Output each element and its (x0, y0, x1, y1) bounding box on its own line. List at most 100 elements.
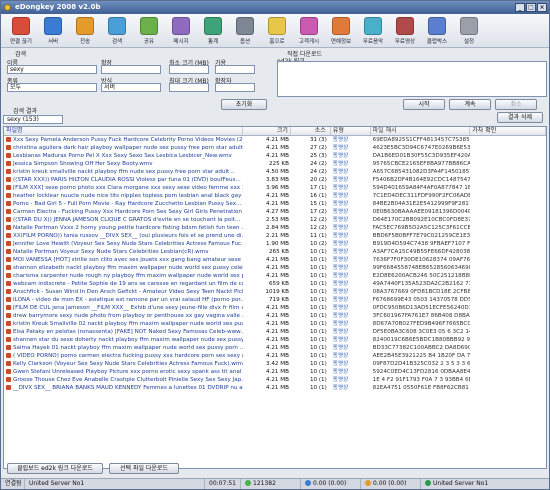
table-row[interactable]: ((STAR DU X)) JENNA JAMESON CLIQUE C GRA… (4, 216, 546, 224)
table-cell: 24 (2) (309, 169, 327, 176)
table-row[interactable]: Jennifer Love Hewitt (Voyeur Sex Sexy Nu… (4, 240, 546, 248)
toolbar-item-2[interactable]: 전송 (69, 14, 101, 48)
table-row[interactable]: Jessica Simpson Showing Off Her Sexy Boo… (4, 160, 546, 168)
table-row[interactable]: Gwen Stefani Unreleased Playboy Picture … (4, 368, 546, 376)
table-cell (470, 200, 546, 208)
table-row[interactable]: kristin Kreuk Smallville 02 nackt playbo… (4, 320, 546, 328)
table-cell: 10 (1) (309, 297, 327, 304)
toolbar-icon (428, 17, 446, 35)
table-row[interactable]: shannen star du sexe doherty nackt playb… (4, 336, 546, 344)
table-cell: 10 (1) (309, 249, 327, 256)
table-cell: BD33C77382C100ABBC2 DA8D6909 50 9A41F (372, 345, 471, 352)
type-select[interactable]: 모두 (7, 83, 97, 92)
min-size-input[interactable] (169, 65, 209, 74)
toolbar-item-7[interactable]: 옵션 (229, 14, 261, 48)
toolbar-item-9[interactable]: 고객게시 (293, 14, 325, 48)
toolbar-item-8[interactable]: 홈으로 (261, 14, 293, 48)
maximize-icon[interactable]: □ (526, 3, 536, 12)
table-cell: 17 (2) (309, 209, 327, 216)
extension-input[interactable] (101, 65, 161, 74)
toolbar-item-11[interactable]: 무료음악 (357, 14, 389, 48)
table-row[interactable]: [FILM XXX] sexe porno photo xxx Clara mo… (4, 184, 546, 192)
table-row[interactable]: Natalie Portman Vxxx 2 horny young petit… (4, 224, 546, 232)
availability-input[interactable] (215, 65, 255, 74)
table-row[interactable]: ILONA - video de mon EX - asiatique est … (4, 296, 546, 304)
toolbar-item-4[interactable]: 공유 (133, 14, 165, 48)
table-row[interactable]: webcam indiscrete - Petite Sophie de 19 … (4, 280, 546, 288)
search-name-input[interactable]: sexy (7, 65, 97, 74)
tab-search-sexy[interactable]: sexy (153) (3, 115, 63, 124)
extension2-input[interactable] (215, 83, 255, 92)
table-cell: ((STAR XXX)) PARIS HILTON CLAUDIA ROSSI … (4, 176, 243, 184)
table-cell (470, 184, 546, 192)
table-row[interactable]: heather locklear nuucle nude nice tits n… (4, 192, 546, 200)
table-cell: 3.42 MB (266, 361, 289, 368)
table-row[interactable]: Lesbianas Maduras Porno Pel X Xxx Sexy S… (4, 152, 546, 160)
column-header-0[interactable]: 파일명 (4, 127, 244, 135)
toolbar-item-0[interactable]: 연결 끊기 (5, 14, 37, 48)
minimize-icon[interactable]: _ (515, 3, 525, 12)
table-cell: 0E0B630BAAAAEE09181396D004DB6F13 (372, 209, 471, 216)
table-cell: 동영상 (332, 217, 349, 224)
max-size-input[interactable] (169, 83, 209, 92)
table-cell: 4.50 MB (266, 169, 289, 176)
server-status: United Server No1 (25, 479, 205, 489)
column-header-3[interactable]: 유형 (331, 127, 371, 135)
table-cell: 4.21 MB (266, 345, 289, 352)
table-row[interactable]: Kelly Clarkson (Voyeur Sex Sexy Nude Sta… (4, 360, 546, 368)
table-cell (470, 256, 546, 264)
table-row[interactable]: Groose Thouse Chez Eve Anabelle Crashpie… (4, 376, 546, 384)
toolbar-item-13[interactable]: 클럽박스 (421, 14, 453, 48)
ed2k-link-input[interactable] (277, 61, 547, 97)
table-cell: 동영상 (332, 329, 349, 336)
column-header-1[interactable]: 크기 (243, 127, 291, 135)
toolbar-item-5[interactable]: 메시지 (165, 14, 197, 48)
table-cell: webcam indiscrete - Petite Sophie de 19 … (4, 280, 243, 288)
table-row[interactable]: kristin kreuk smallville nackt playboy f… (4, 168, 546, 176)
table-row[interactable]: Porno - Bad Girl 5 - Full Porn Movie - R… (4, 200, 546, 208)
table-cell: F6768699E43 0503 14370578 DD505EBA4 (372, 297, 471, 304)
table-cell: 12 (2) (309, 217, 327, 224)
toolbar-item-10[interactable]: 연예정보 (325, 14, 357, 48)
toolbar-item-6[interactable]: 통계 (197, 14, 229, 48)
table-row[interactable]: XX(FILM PORNO)) tania russov __DIVX SEX_… (4, 232, 546, 240)
toolbar-item-12[interactable]: 무료영상 (389, 14, 421, 48)
table-row[interactable]: Salma Hayek 01 nackt playboy ffm maxim w… (4, 344, 546, 352)
table-cell: Porno - Bad Girl 5 - Full Porn Movie - R… (4, 200, 243, 208)
table-row[interactable]: Elsa Pataky en pelotas (ronassenta) [FAK… (4, 328, 546, 336)
table-row[interactable]: drew barrymore sexy nude photo from play… (4, 312, 546, 320)
download-clipboard-button[interactable]: 클립보드 ed2k 링크 다운로드 (7, 463, 103, 474)
table-row[interactable]: Natalie Portman Voyeur Sexy Nude Stars C… (4, 248, 546, 256)
table-row[interactable]: Carmen Electra - Fucking Pussy Xxx Hardc… (4, 208, 546, 216)
table-row[interactable]: charisma carpenter nude rough ny playboy… (4, 272, 546, 280)
column-header-5[interactable]: 가차 확인 (470, 127, 546, 135)
column-header-4[interactable]: 파일 해시 (371, 127, 471, 135)
method-select[interactable]: 서버 (101, 83, 161, 92)
column-header-2[interactable]: 소스 (291, 127, 331, 135)
table-cell: 4.21 MB (266, 385, 289, 392)
close-icon[interactable]: × (537, 3, 547, 12)
table-row[interactable]: __DIVX SEX__ BRIANA BANKS MAUD KENNEDY F… (4, 384, 546, 392)
download-selected-button[interactable]: 선택 파일 다운로드 (109, 463, 179, 474)
toolbar-icon (76, 17, 94, 35)
table-cell: 8D67A70B027FED9B496F7665BC0BCF963 (372, 321, 471, 328)
table-cell: 10 (1) (309, 273, 327, 280)
table-row[interactable]: [FILM DE CUL jena jameson __FILM XXX__ E… (4, 304, 546, 312)
table-row[interactable]: ( VIDEO PORNO) porno carmen electra fuck… (4, 352, 546, 360)
toolbar-item-14[interactable]: 설정 (453, 14, 485, 48)
clear-results-button[interactable]: 결과 삭제 (497, 112, 543, 123)
table-cell (470, 232, 546, 240)
toolbar-item-3[interactable]: 검색 (101, 14, 133, 48)
table-cell: Natalie Portman Vxxx 2 horny young petit… (4, 224, 243, 232)
table-row[interactable]: ((STAR XXX)) PARIS HILTON CLAUDIA ROSSI … (4, 176, 546, 184)
table-row[interactable]: MOI VANESSA [HOT] strille son clito avec… (4, 256, 546, 264)
table-row[interactable]: Anschfick - Susan Wind In Den Arsch Gefi… (4, 288, 546, 296)
table-cell: 49A7440F135A523DA2C2B2162 73A4D0A (372, 281, 471, 288)
table-cell: DF5E0BA3C608 3C0E3 05 6 3C2 14 E8A2 (372, 329, 471, 336)
table-row[interactable]: christina aguilera dark hair playboy wal… (4, 144, 546, 152)
toolbar-item-1[interactable]: 서버 (37, 14, 69, 48)
table-row[interactable]: Xxx Sexy Pamela Anderson Pussy Fuck Hard… (4, 136, 546, 144)
toolbar-icon (172, 17, 190, 35)
table-cell (470, 168, 546, 176)
table-row[interactable]: shannon elizabeth nackt playboy ffm maxi… (4, 264, 546, 272)
